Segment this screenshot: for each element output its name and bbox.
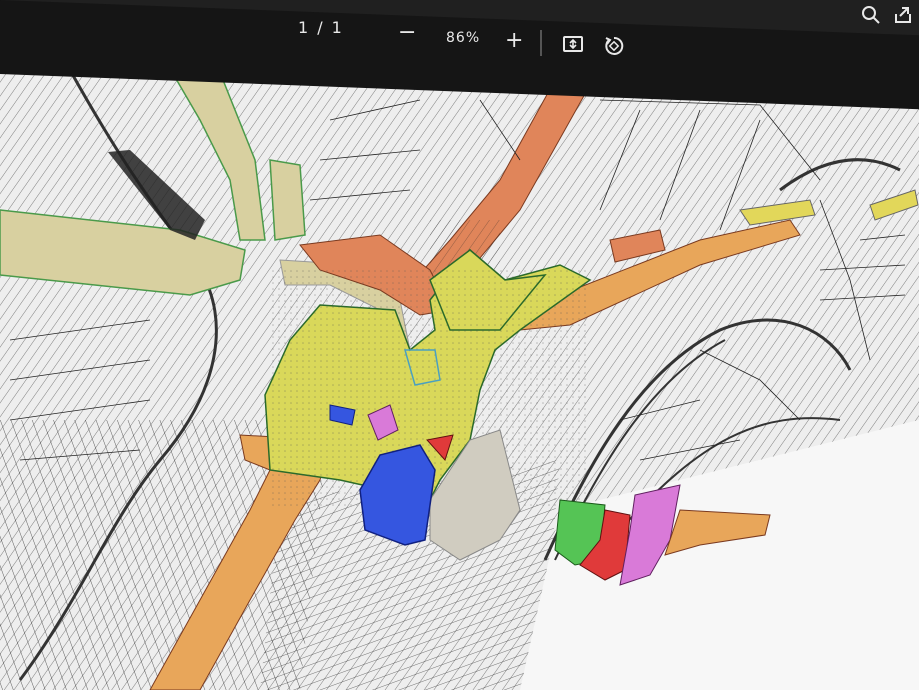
rotate-button[interactable]: [603, 35, 629, 61]
zone-beige-small: [269, 159, 306, 241]
zoom-in-button[interactable]: +: [505, 28, 524, 53]
search-button[interactable]: [860, 4, 886, 30]
fit-page-icon: [563, 36, 583, 52]
page-indicator[interactable]: 1 / 1: [298, 18, 343, 37]
fit-page-button[interactable]: [562, 33, 588, 59]
cadastral-map[interactable]: [0, 40, 919, 690]
map-document[interactable]: [0, 40, 919, 690]
toolbar-divider: [540, 30, 542, 56]
zoom-level-input[interactable]: 86%: [446, 30, 480, 46]
zoom-out-button[interactable]: −: [398, 20, 417, 45]
share-button[interactable]: [892, 4, 918, 30]
total-pages: 1: [331, 18, 343, 37]
share-icon: [895, 7, 911, 23]
rotate-icon: [605, 36, 624, 55]
search-icon: [862, 6, 880, 24]
screen: 1 / 1 − 86% +: [0, 0, 919, 690]
page-separator: /: [317, 18, 324, 37]
current-page: 1: [298, 18, 310, 37]
